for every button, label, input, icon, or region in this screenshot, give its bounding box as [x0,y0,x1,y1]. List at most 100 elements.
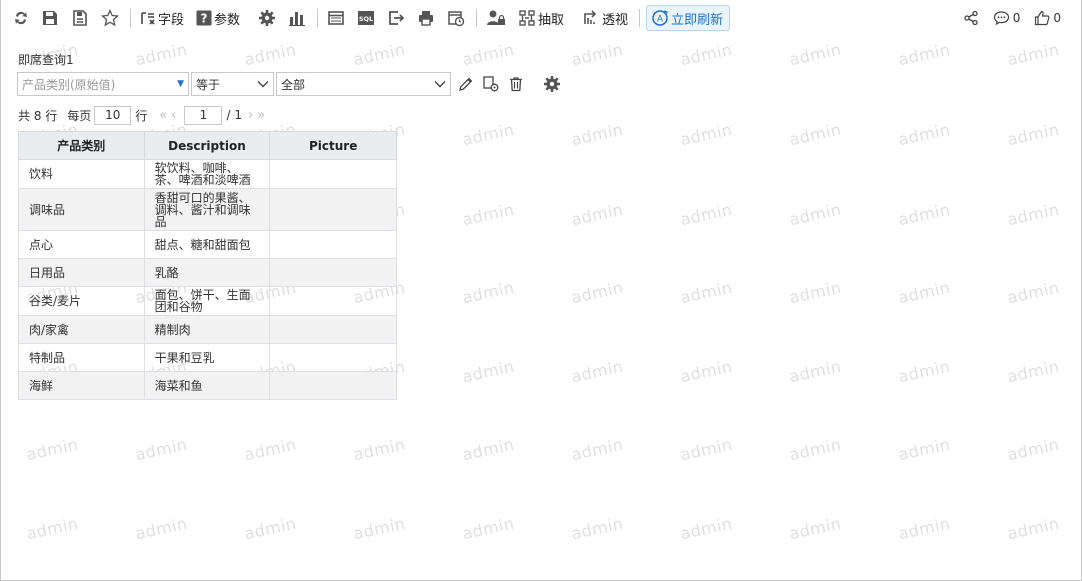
cell-category: 特制品 [18,343,145,372]
table-row[interactable]: 点心 甜点、糖和甜面包 [18,230,397,259]
toolbar: 字段 ? 参数 SQL 抽取 透视 A 立即刷新 0 0 [0,0,1080,36]
cell-description: 甜点、糖和甜面包 [143,230,271,259]
filter-row: 产品类别(原始值) ▼ 等于 全部 [17,72,562,96]
cell-category: 日用品 [18,258,145,287]
extract-button[interactable]: 抽取 [515,6,567,30]
toolbar-divider [639,9,641,27]
cell-picture [269,188,397,231]
cell-category: 点心 [18,230,145,259]
like-button[interactable]: 0 [1031,6,1064,30]
svg-text:A: A [657,15,664,25]
export-icon [389,11,405,25]
extract-icon [519,10,535,26]
like-count: 0 [1053,11,1061,25]
chevron-down-icon [434,81,446,88]
chart-button[interactable] [285,6,309,30]
field-button[interactable]: 字段 [137,6,187,30]
cell-description: 海菜和鱼 [143,371,271,400]
query-title: 即席查询1 [18,53,74,67]
toolbar-divider [130,9,131,27]
help-parameter-icon: ? [196,10,212,26]
per-page-input[interactable]: 10 [94,105,132,125]
per-page-unit: 行 [135,108,148,123]
refresh-now-label: 立即刷新 [671,12,724,28]
table-row[interactable]: 调味品 香甜可口的果酱、 调料、酱汁和调味 品 [18,188,397,231]
refresh-now-button[interactable]: A 立即刷新 [646,5,731,31]
share-button[interactable] [960,6,982,30]
save-button[interactable] [38,6,62,30]
svg-text:?: ? [201,12,208,26]
extract-button-label: 抽取 [538,12,565,28]
pagination-bar: 共 8 行 每页 10 行 « ‹ 1 / 1 › » [18,105,267,125]
table-row[interactable]: 肉/家禽 精制肉 [18,315,397,344]
cell-description: 软饮料、咖啡、 茶、啤酒和淡啤酒 [143,159,271,189]
first-page-button[interactable]: « [159,108,167,123]
prev-page-button[interactable]: ‹ [171,108,176,123]
schedule-button[interactable] [444,6,468,30]
layout-button[interactable] [324,6,348,30]
auto-refresh-icon: A [652,10,669,26]
thumbs-up-icon [1035,10,1050,26]
user-lock-icon [487,10,506,25]
cell-picture [269,315,397,344]
per-page-value: 10 [105,108,121,122]
column-header-picture[interactable]: Picture [269,131,397,160]
next-page-button[interactable]: › [248,108,253,123]
table-layout-icon [328,11,344,25]
pivot-button-label: 透视 [602,12,629,28]
filter-value-select[interactable]: 全部 [276,72,451,96]
comment-button[interactable]: 0 [990,6,1024,30]
table-row[interactable]: 海鲜 海菜和鱼 [18,371,397,400]
dropdown-triangle-icon: ▼ [177,79,184,89]
refresh-data-button[interactable] [10,6,32,30]
cell-picture [269,159,397,189]
table-row[interactable]: 特制品 干果和豆乳 [18,343,397,372]
filter-settings-button[interactable] [481,74,501,94]
share-icon [964,10,978,26]
query-settings-button[interactable] [542,74,562,94]
cell-description: 干果和豆乳 [143,343,271,372]
sql-button[interactable]: SQL [354,6,378,30]
toolbar-divider [317,9,319,27]
save-icon [43,11,57,25]
parameter-button[interactable]: ? 参数 [193,6,243,30]
printer-icon [419,11,434,26]
chevron-down-icon [257,81,269,88]
settings-button[interactable] [255,6,279,30]
table-row[interactable]: 日用品 乳酪 [18,258,397,287]
last-page-button[interactable]: » [257,108,265,123]
filter-field-select[interactable]: 产品类别(原始值) ▼ [17,72,189,96]
table-row[interactable]: 饮料 软饮料、咖啡、 茶、啤酒和淡啤酒 [18,159,397,189]
refresh-icon [15,11,27,25]
cell-category: 谷类/麦片 [18,286,145,316]
export-button[interactable] [384,6,408,30]
print-button[interactable] [414,6,438,30]
cell-description: 精制肉 [143,315,271,344]
total-rows-text: 共 8 行 [18,108,58,123]
cell-picture [269,371,397,400]
favorite-button[interactable] [98,6,122,30]
edit-filter-button[interactable] [456,74,476,94]
cell-description: 面包、饼干、生面 团和谷物 [143,286,271,316]
table-row[interactable]: 谷类/麦片 面包、饼干、生面 团和谷物 [18,286,397,316]
pivot-button[interactable]: 透视 [579,6,631,30]
sql-icon: SQL [358,11,375,25]
result-table: 产品类别 Description Picture 饮料 软饮料、咖啡、 茶、啤酒和… [18,131,397,400]
current-page-value: 1 [199,108,208,122]
save-as-button[interactable] [68,6,92,30]
filter-operator-select[interactable]: 等于 [191,72,274,96]
filter-field-value: 产品类别(原始值) [22,77,116,92]
pencil-icon [459,77,473,91]
copy-gear-icon [483,76,499,92]
column-header-category[interactable]: 产品类别 [18,131,145,160]
column-header-description[interactable]: Description [143,131,271,160]
cell-category: 饮料 [18,159,145,189]
cell-picture [269,258,397,287]
total-pages-text: / 1 [226,108,242,122]
current-page-input[interactable]: 1 [184,105,223,125]
per-page-label: 每页 [67,108,92,123]
cell-picture [269,343,397,372]
user-permission-button[interactable] [483,6,509,30]
bar-chart-icon [289,12,306,26]
delete-filter-button[interactable] [506,74,526,94]
